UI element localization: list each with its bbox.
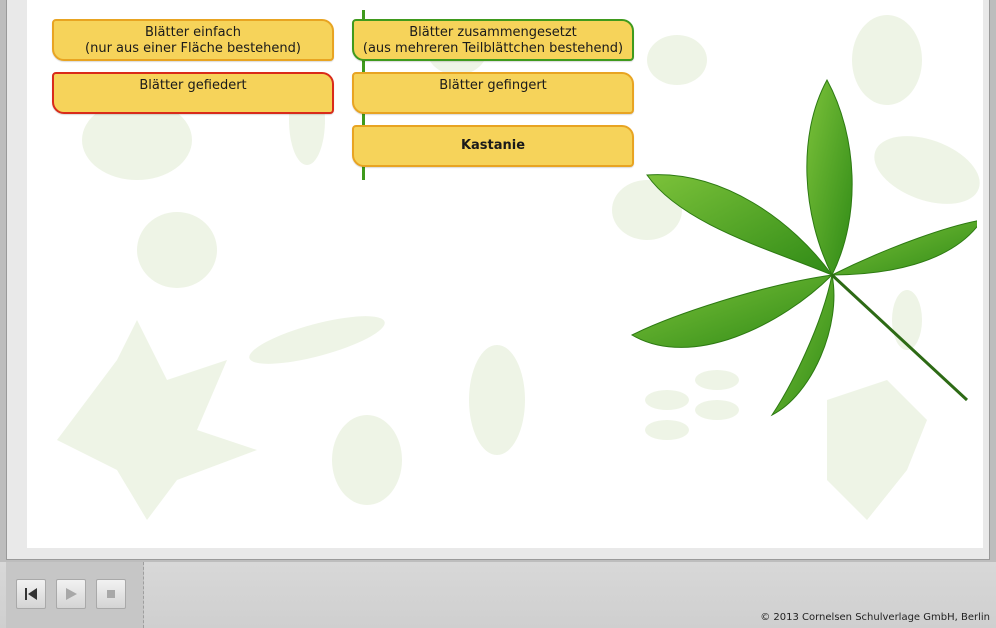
stage: Blätter einfach (nur aus einer Fläche be… bbox=[27, 0, 983, 548]
card-pinnate-leaves[interactable]: Blätter gefiedert bbox=[52, 72, 334, 114]
stop-icon bbox=[107, 590, 115, 598]
card-palmate-leaves[interactable]: Blätter gefingert bbox=[352, 72, 634, 114]
playback-bar: © 2013 Cornelsen Schulverlage GmbH, Berl… bbox=[0, 562, 996, 628]
card-label: Kastanie bbox=[460, 138, 526, 153]
card-simple-leaves[interactable]: Blätter einfach (nur aus einer Fläche be… bbox=[52, 19, 334, 61]
card-label: Blätter zusammengesetzt bbox=[409, 25, 577, 40]
card-sublabel: (nur aus einer Fläche bestehend) bbox=[85, 41, 301, 56]
stop-button[interactable] bbox=[96, 579, 126, 609]
card-label: Blätter einfach bbox=[145, 25, 241, 40]
card-chestnut[interactable]: Kastanie bbox=[352, 125, 634, 167]
play-button[interactable] bbox=[56, 579, 86, 609]
copyright-text: © 2013 Cornelsen Schulverlage GmbH, Berl… bbox=[760, 612, 990, 623]
content-frame: Blätter einfach (nur aus einer Fläche be… bbox=[6, 0, 990, 560]
rewind-button[interactable] bbox=[16, 579, 46, 609]
play-icon bbox=[66, 588, 77, 600]
card-label: Blätter gefingert bbox=[439, 78, 547, 93]
card-sublabel: (aus mehreren Teilblättchen bestehend) bbox=[362, 41, 624, 56]
skip-to-start-icon bbox=[25, 588, 37, 600]
card-label: Blätter gefiedert bbox=[139, 78, 247, 93]
chestnut-leaf-image bbox=[630, 78, 977, 417]
card-compound-leaves[interactable]: Blätter zusammengesetzt (aus mehreren Te… bbox=[352, 19, 634, 61]
playback-controls bbox=[6, 562, 144, 628]
